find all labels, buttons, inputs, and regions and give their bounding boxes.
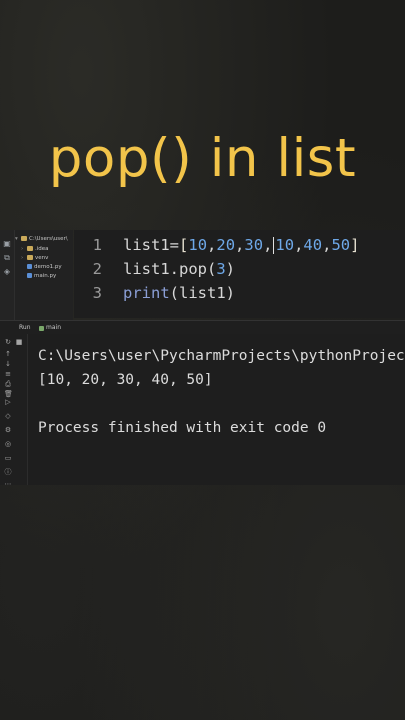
services-icon[interactable]: ◎: [4, 440, 12, 448]
tree-root[interactable]: ▾ C:\Users\user\: [15, 235, 68, 244]
tree-item-main[interactable]: main.py: [27, 272, 56, 281]
code-token: 40: [303, 236, 323, 254]
video-title: pop() in list: [48, 128, 357, 189]
console-line: [10, 20, 30, 40, 50]: [38, 372, 213, 388]
more-icon[interactable]: ⋯: [4, 480, 12, 488]
code-token: ,: [207, 236, 217, 254]
tree-item-venv[interactable]: › venv: [21, 254, 48, 263]
code-token: 10: [275, 236, 295, 254]
python-file-icon: [27, 273, 32, 278]
left-tool-rail: ▣ ⧉ ◈: [0, 230, 15, 325]
code-token: print: [123, 284, 170, 302]
code-token: 50: [331, 236, 351, 254]
folder-icon: [27, 246, 33, 251]
ide-window: ▣ ⧉ ◈ ▾ C:\Users\user\ › .idea › venv demo1…: [0, 230, 405, 488]
bookmarks-icon[interactable]: ◈: [3, 268, 11, 276]
problems-icon[interactable]: ⓘ: [4, 468, 12, 476]
code-token: ): [225, 260, 236, 278]
run-tab-main[interactable]: main: [39, 321, 61, 335]
tree-item-demo1[interactable]: demo1.py: [27, 263, 62, 272]
code-token: ,: [235, 236, 245, 254]
line-number: 3: [92, 284, 102, 302]
structure-icon[interactable]: ⧉: [3, 254, 11, 262]
project-tree: ▾ C:\Users\user\ › .idea › venv demo1.py ma…: [15, 230, 73, 325]
down-icon[interactable]: ↓: [4, 360, 12, 368]
code-editor[interactable]: 1 list1=[10,20,30, 10,40,50] 2 list1.pop(3) 3…: [74, 230, 405, 318]
code-text: list1=[10,20,30, 10,40,50]: [123, 234, 359, 256]
python-file-icon: [27, 264, 32, 269]
run-icon[interactable]: ▷: [4, 398, 12, 406]
run-toolbar: ↻ ■ ↑ ↓ ≡ ⎙ 🗑 ▷ ◇ ⚙ ◎ ▭ ⓘ ⋯: [0, 334, 28, 488]
code-token: 30: [244, 236, 264, 254]
run-label: Run: [19, 324, 31, 331]
code-token: 3: [216, 260, 226, 278]
rerun-icon[interactable]: ↻: [4, 338, 12, 346]
debug-icon[interactable]: ⚙: [4, 426, 12, 434]
folder-icon: [27, 255, 33, 260]
folder-icon: [21, 236, 27, 241]
tree-item-idea[interactable]: › .idea: [21, 245, 49, 254]
project-icon[interactable]: ▣: [3, 240, 11, 248]
run-console[interactable]: C:\Users\user\PycharmProjects\pythonProj…: [28, 334, 405, 485]
code-token: 20: [216, 236, 236, 254]
line-number: 2: [92, 260, 102, 278]
python-run-icon: [39, 325, 44, 331]
terminal-icon[interactable]: ▭: [4, 454, 12, 462]
line-number: 1: [92, 236, 102, 254]
code-token: list1: [123, 236, 170, 254]
code-token: (list1): [169, 284, 235, 302]
run-panel-header: Run main: [0, 320, 405, 335]
code-token: 10: [188, 236, 208, 254]
print-icon[interactable]: ⎙: [4, 380, 12, 388]
console-line: C:\Users\user\PycharmProjects\pythonProj…: [38, 348, 405, 364]
stop-icon[interactable]: ■: [15, 338, 23, 346]
code-text: print(list1): [123, 282, 235, 304]
console-line: Process finished with exit code 0: [38, 420, 327, 436]
up-icon[interactable]: ↑: [4, 350, 12, 358]
code-token: [: [179, 236, 189, 254]
code-token: ,: [263, 236, 273, 254]
code-text: list1.pop(3): [123, 258, 235, 280]
layers-icon[interactable]: ◇: [4, 412, 12, 420]
scroll-icon[interactable]: ≡: [4, 370, 12, 378]
code-token: =: [169, 236, 180, 254]
delete-icon[interactable]: 🗑: [4, 390, 13, 398]
code-token: ]: [350, 236, 360, 254]
code-token: list1.pop(: [123, 260, 217, 278]
